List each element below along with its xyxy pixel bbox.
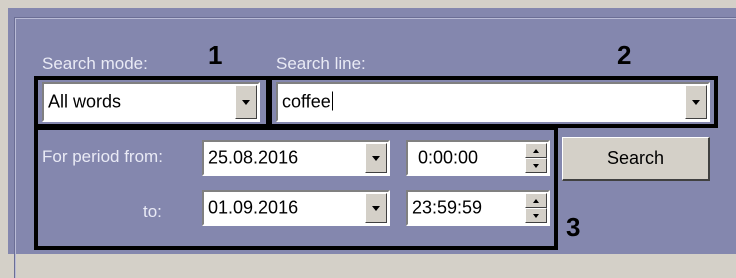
callout-frame-3 [34, 126, 558, 250]
search-mode-label: Search mode: [42, 54, 148, 73]
search-panel: Search mode: Search line: 1 2 3 All word… [0, 0, 736, 278]
search-button[interactable]: Search [562, 137, 710, 181]
callout-number-1: 1 [208, 40, 223, 70]
callout-frame-2 [268, 76, 718, 128]
callout-frame-1 [34, 76, 270, 128]
window-edge-left [0, 0, 8, 254]
search-line-label: Search line: [276, 54, 366, 73]
callout-number-2: 2 [617, 40, 632, 70]
window-edge-top [0, 0, 736, 8]
callout-number-3: 3 [566, 212, 581, 242]
